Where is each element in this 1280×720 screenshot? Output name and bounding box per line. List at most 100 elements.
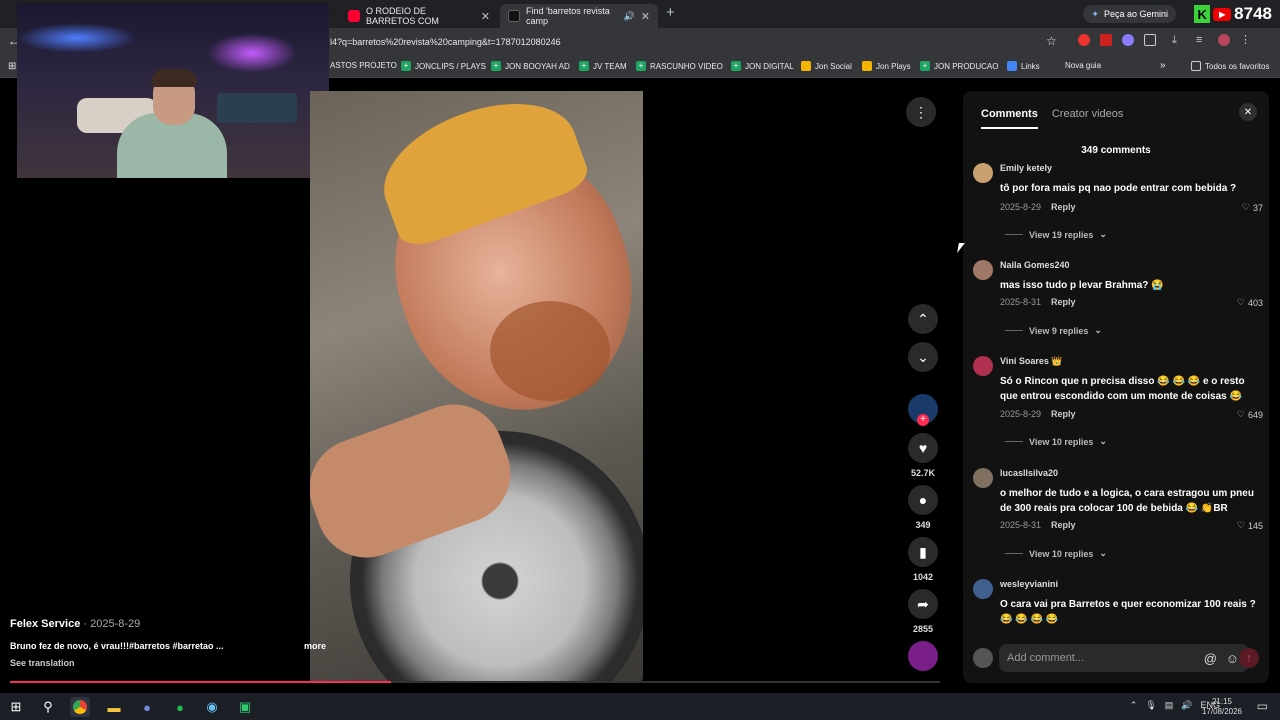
- comment-like-button[interactable]: ♡ 37: [1242, 202, 1263, 213]
- taskbar-clock[interactable]: 21:15 17/08/2026: [1202, 697, 1242, 717]
- extensions-puzzle-icon[interactable]: [1144, 34, 1156, 46]
- replies-divider: [1005, 234, 1023, 235]
- tab-tiktok-search[interactable]: Find 'barretos revista camp 🔊 ✕: [500, 4, 658, 28]
- url-field[interactable]: l4?q=barretos%20revista%20camping&t=1787…: [330, 33, 1070, 51]
- bookmark-item[interactable]: + RASCUNHO VIDEO: [636, 61, 723, 71]
- windows-start-icon[interactable]: ⊞: [6, 697, 26, 717]
- gemini-button[interactable]: ✦ Peça ao Gemini: [1083, 5, 1176, 23]
- bookmark-item[interactable]: Jon Social: [801, 61, 852, 71]
- mention-icon[interactable]: @: [1204, 651, 1217, 666]
- browser-menu-icon[interactable]: ⋮: [1240, 34, 1252, 46]
- commenter-name[interactable]: Naila Gomes240: [1000, 260, 1070, 270]
- comment-like-count: 649: [1247, 409, 1263, 420]
- video-player[interactable]: [310, 91, 643, 683]
- video-options-button[interactable]: ⋮: [906, 97, 936, 127]
- close-panel-button[interactable]: ✕: [1239, 103, 1257, 121]
- save-button[interactable]: ▮: [908, 537, 938, 567]
- clock-date: 17/08/2026: [1201, 707, 1242, 716]
- tab-comments[interactable]: Comments: [981, 108, 1038, 129]
- view-replies-button[interactable]: View 10 replies ⌄: [1005, 548, 1107, 559]
- commenter-avatar[interactable]: [973, 260, 993, 280]
- caption-more-link[interactable]: more: [304, 641, 326, 651]
- emoji-icon[interactable]: ☺: [1226, 651, 1239, 666]
- follow-plus-icon[interactable]: +: [917, 414, 929, 426]
- file-explorer-icon[interactable]: ▬: [104, 697, 124, 717]
- commenter-avatar[interactable]: [973, 468, 993, 488]
- comment-button[interactable]: ●: [908, 485, 938, 515]
- microphone-icon[interactable]: 🎙: [1145, 700, 1156, 711]
- tab-rodeio[interactable]: O RODEIO DE BARRETOS COM ✕: [340, 4, 498, 28]
- chrome-logo-icon: [73, 700, 87, 714]
- gemini-icon: ✦: [1091, 8, 1099, 19]
- steam-icon[interactable]: ◉: [202, 697, 222, 717]
- bookmark-item[interactable]: Links: [1007, 61, 1040, 71]
- tray-expand-icon[interactable]: ⌃: [1130, 700, 1138, 711]
- see-translation-link[interactable]: See translation: [10, 658, 75, 668]
- heart-outline-icon: ♡: [1236, 409, 1245, 419]
- audio-playing-icon[interactable]: 🔊: [624, 11, 635, 22]
- sheets-icon: +: [579, 61, 589, 71]
- video-info: Felex Service · 2025-8-29 Bruno fez de n…: [10, 618, 330, 668]
- sheets-icon: +: [401, 61, 411, 71]
- comment-like-button[interactable]: ♡ 403: [1237, 297, 1263, 308]
- commenter-name[interactable]: Emily ketely: [1000, 163, 1052, 173]
- commenter-name[interactable]: wesleyvianini: [1000, 579, 1058, 589]
- new-tab-icon[interactable]: +: [666, 4, 675, 21]
- network-icon[interactable]: ▤: [1165, 700, 1174, 711]
- close-tab-icon[interactable]: ✕: [641, 10, 650, 23]
- comment-date: 2025-8-29: [1000, 409, 1042, 419]
- commenter-avatar[interactable]: [973, 579, 993, 599]
- chrome-taskbar-icon[interactable]: [70, 697, 90, 717]
- all-bookmarks-folder[interactable]: Todos os favoritos: [1191, 61, 1269, 71]
- reply-button[interactable]: Reply: [1051, 202, 1076, 212]
- like-button[interactable]: ♥: [908, 433, 938, 463]
- view-replies-label: View 10 replies: [1029, 436, 1094, 447]
- reply-button[interactable]: Reply: [1051, 409, 1076, 419]
- comment-like-button[interactable]: ♡ 145: [1237, 520, 1263, 531]
- bookmark-item[interactable]: + JON BOOYAH AD: [491, 61, 570, 71]
- view-replies-button[interactable]: View 9 replies ⌄: [1005, 325, 1102, 336]
- notifications-icon[interactable]: ▭: [1257, 699, 1268, 713]
- search-icon[interactable]: ⚲: [38, 697, 58, 717]
- more-bookmarks-icon[interactable]: »: [1160, 60, 1166, 71]
- extension-purple-icon[interactable]: [1122, 34, 1134, 46]
- commenter-name[interactable]: Vini Soares 👑: [1000, 356, 1063, 367]
- discord-icon[interactable]: ●: [137, 697, 157, 717]
- reply-button[interactable]: Reply: [1051, 297, 1076, 307]
- author-name[interactable]: Felex Service: [10, 618, 80, 630]
- tab-title: O RODEIO DE BARRETOS COM: [366, 6, 439, 26]
- comment-like-button[interactable]: ♡ 649: [1237, 409, 1263, 420]
- commenter-avatar[interactable]: [973, 356, 993, 376]
- bookmark-star-icon[interactable]: ☆: [1046, 34, 1057, 48]
- view-replies-button[interactable]: View 10 replies ⌄: [1005, 436, 1107, 447]
- bookmark-item[interactable]: Nova guia: [1065, 61, 1101, 70]
- bookmark-item[interactable]: + JONCLIPS / PLAYS: [401, 61, 486, 71]
- bookmark-item[interactable]: Jon Plays: [862, 61, 911, 71]
- next-video-button[interactable]: ⌄: [908, 342, 938, 372]
- extension-red-icon[interactable]: [1078, 34, 1090, 46]
- reply-button[interactable]: Reply: [1051, 520, 1076, 530]
- close-tab-icon[interactable]: ✕: [481, 10, 490, 23]
- profile-avatar-icon[interactable]: [1218, 34, 1230, 46]
- commenter-name[interactable]: lucasllsilva20: [1000, 468, 1058, 478]
- view-replies-button[interactable]: View 19 replies ⌄: [1005, 229, 1107, 240]
- bookmark-item[interactable]: + JON PRODUCAO: [920, 61, 998, 71]
- post-comment-button[interactable]: ↑: [1239, 648, 1259, 668]
- previous-video-button[interactable]: ⌃: [908, 304, 938, 334]
- spotify-icon[interactable]: ●: [170, 697, 190, 717]
- extension-block-icon[interactable]: [1100, 34, 1112, 46]
- share-button[interactable]: ➦: [908, 589, 938, 619]
- bookmark-item[interactable]: + JV TEAM: [579, 61, 627, 71]
- video-progress-bar[interactable]: [10, 681, 940, 683]
- add-comment-input[interactable]: Add comment... @ ☺: [999, 644, 1249, 672]
- speaker-icon[interactable]: 🔊: [1181, 700, 1192, 711]
- download-icon[interactable]: ⤓: [1172, 34, 1186, 46]
- tab-creator-videos[interactable]: Creator videos: [1052, 108, 1124, 129]
- media-control-icon[interactable]: ≡: [1196, 34, 1208, 46]
- app-icon[interactable]: ▣: [235, 697, 255, 717]
- commenter-avatar[interactable]: [973, 163, 993, 183]
- music-disc-icon[interactable]: [908, 641, 938, 671]
- bookmark-item[interactable]: ASTOS PROJETO: [330, 61, 397, 70]
- apps-grid-icon[interactable]: ⊞: [8, 61, 16, 72]
- bookmark-item[interactable]: + JON DIGITAL: [731, 61, 794, 71]
